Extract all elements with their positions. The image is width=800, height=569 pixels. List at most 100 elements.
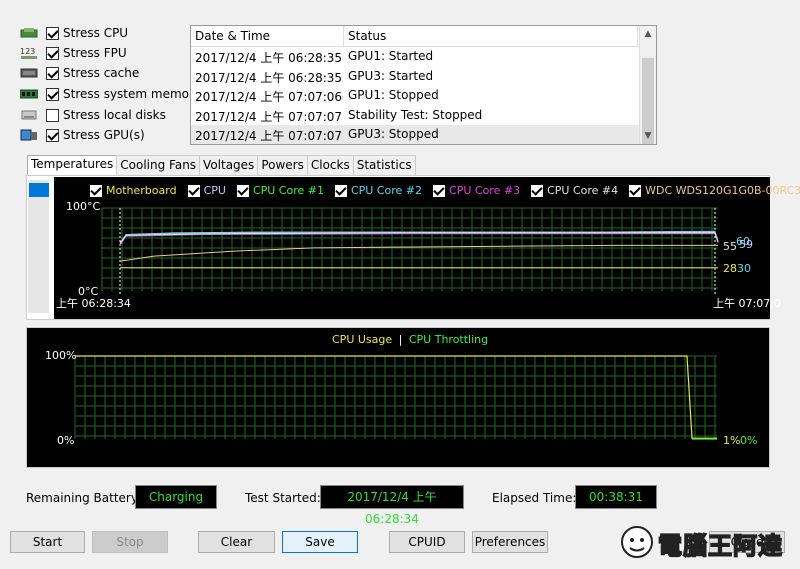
legend-label: CPU Core #2 (350, 184, 423, 197)
cpu-chip-icon (20, 26, 38, 40)
legend-item[interactable]: CPU Core #4 (531, 184, 618, 197)
cpuid-button[interactable]: CPUID (389, 531, 465, 553)
stress-cpu-option[interactable]: Stress CPU (20, 23, 128, 43)
stop-button[interactable]: Stop (92, 531, 168, 553)
stress-gpu-option[interactable]: Stress GPU(s) (20, 125, 145, 145)
legend-checkbox[interactable] (236, 184, 249, 197)
log-cell-datetime: 2017/12/4 上午 06:28:35 (195, 51, 343, 65)
battery-value: Charging (135, 485, 217, 509)
temperature-legend: Motherboard CPU CPU Core #1 CPU Core #2 CPU … (90, 184, 800, 197)
disk-drive-icon (20, 108, 38, 122)
log-cell-datetime: 2017/12/4 上午 07:07:07 (195, 109, 343, 124)
fpu-123-icon: 123 (20, 46, 38, 60)
legend-label: CPU Core #4 (547, 184, 619, 197)
log-row[interactable]: 2017/12/4 上午 06:28:35 GPU3: Started (191, 67, 656, 87)
legend-label: Motherboard (106, 184, 177, 197)
legend-checkbox[interactable] (187, 184, 200, 197)
legend-item[interactable]: Motherboard (90, 184, 177, 197)
watermark-logo: 電腦王阿達 (620, 524, 796, 562)
cpu-chart-svg (74, 355, 717, 440)
cpu-title-separator: | (398, 333, 403, 346)
log-cell-status: GPU1: Stopped (348, 88, 439, 102)
cpu-y-bottom-label: 0% (57, 434, 75, 447)
temp-x-end-label: 上午 07:07:0 (713, 297, 781, 310)
log-row[interactable]: 2017/12/4 上午 07:07:06 GPU1: Stopped (191, 86, 656, 106)
log-cell-status: GPU3: Stopped (348, 127, 439, 141)
log-header: Date & Time Status (191, 26, 656, 47)
log-cell-status: GPU3: Started (348, 68, 434, 83)
stress-memory-checkbox[interactable] (46, 87, 59, 101)
log-cell-datetime: 2017/12/4 上午 06:28:35 (195, 70, 343, 85)
cpu-usage-title: CPU Usage (332, 333, 393, 346)
legend-item[interactable]: WDC WDS120G1G0B-00RC30 (629, 184, 800, 197)
legend-checkbox[interactable] (433, 184, 446, 197)
cpu-y-top-label: 100% (45, 349, 77, 362)
log-header-status[interactable]: Status (344, 26, 638, 46)
tab-temperatures[interactable]: Temperatures (27, 155, 118, 177)
clear-button[interactable]: Clear (198, 531, 275, 553)
log-row-selected[interactable]: 2017/12/4 上午 07:07:07 GPU3: Stopped (191, 125, 656, 144)
temp-value-28: 28 (723, 262, 737, 275)
legend-item[interactable]: CPU Core #2 (334, 184, 423, 197)
legend-checkbox[interactable] (334, 184, 347, 197)
battery-label: Remaining Battery: (26, 491, 142, 505)
legend-label: WDC WDS120G1G0B-00RC30 (645, 184, 800, 197)
stress-memory-label: Stress system memory (63, 87, 202, 101)
legend-item[interactable]: CPU Core #3 (433, 184, 520, 197)
log-row[interactable]: 2017/12/4 上午 06:28:35 GPU1: Started (191, 47, 656, 67)
legend-checkbox[interactable] (629, 184, 642, 197)
stress-cache-option[interactable]: Stress cache (20, 63, 139, 83)
stress-cpu-checkbox[interactable] (46, 26, 59, 40)
stress-cache-label: Stress cache (63, 66, 140, 80)
legend-label: CPU (203, 184, 226, 197)
stress-gpu-checkbox[interactable] (46, 128, 59, 142)
temp-value-59: 59 (739, 238, 753, 251)
legend-item[interactable]: CPU Core #1 (236, 184, 324, 197)
temperature-grid (101, 207, 718, 295)
stress-gpu-label: Stress GPU(s) (63, 128, 145, 142)
legend-checkbox[interactable] (531, 184, 544, 197)
temp-value-30: 30 (737, 262, 751, 275)
sensor-list-selection[interactable] (29, 183, 49, 197)
scroll-up-icon[interactable]: ▲ (640, 26, 656, 42)
log-scrollbar[interactable]: ▲ ▼ (639, 26, 656, 144)
save-button[interactable]: Save (282, 531, 358, 553)
cpu-chart-title: CPU Usage | CPU Throttling (332, 333, 488, 346)
temp-x-start-label: 上午 06:28:34 (56, 297, 131, 310)
gpu-card-icon (20, 128, 38, 142)
legend-checkbox[interactable] (90, 184, 102, 197)
stress-fpu-checkbox[interactable] (46, 46, 59, 60)
cpu-core3-temp-line (119, 233, 719, 246)
legend-item[interactable]: CPU (187, 184, 226, 197)
log-row[interactable]: 2017/12/4 上午 07:07:07 Stability Test: Sto… (191, 106, 656, 126)
stress-memory-option[interactable]: Stress system memory (20, 84, 201, 104)
temp-y-top-label: 100°C (66, 200, 101, 213)
event-log-list[interactable]: Date & Time Status 2017/12/4 上午 06:28:35… (190, 25, 657, 145)
stress-fpu-label: Stress FPU (63, 46, 127, 60)
sensor-list-scroll[interactable] (28, 180, 49, 313)
stress-fpu-option[interactable]: 123 Stress FPU (20, 43, 127, 63)
cpu-usage-value: 1% (723, 434, 741, 447)
temperature-chart (54, 177, 770, 319)
stress-cache-checkbox[interactable] (46, 66, 59, 80)
cpu-usage-chart (26, 327, 770, 468)
temperature-lines (119, 230, 719, 269)
legend-label: CPU Core #1 (252, 184, 324, 197)
start-button[interactable]: Start (10, 531, 85, 553)
svg-text:123: 123 (20, 47, 35, 56)
stress-disks-option[interactable]: Stress local disks (20, 105, 166, 125)
preferences-button[interactable]: Preferences (472, 531, 548, 553)
test-started-value: 2017/12/4 上午 06:28:34 (320, 485, 464, 526)
memory-module-icon (20, 87, 38, 101)
log-header-datetime[interactable]: Date & Time (191, 26, 344, 46)
log-cell-datetime: 2017/12/4 上午 07:07:06 (195, 90, 343, 104)
log-cell-status: GPU1: Started (348, 49, 434, 63)
cpu-grid (74, 355, 717, 439)
watermark-text: 電腦王阿達 (657, 531, 783, 561)
test-started-label: Test Started: (245, 491, 321, 505)
cache-chip-icon (20, 66, 38, 80)
elapsed-time-value: 00:38:31 (575, 485, 657, 509)
elapsed-time-label: Elapsed Time: (492, 491, 577, 505)
scroll-down-icon[interactable]: ▼ (640, 128, 656, 144)
stress-disks-checkbox[interactable] (46, 108, 59, 122)
